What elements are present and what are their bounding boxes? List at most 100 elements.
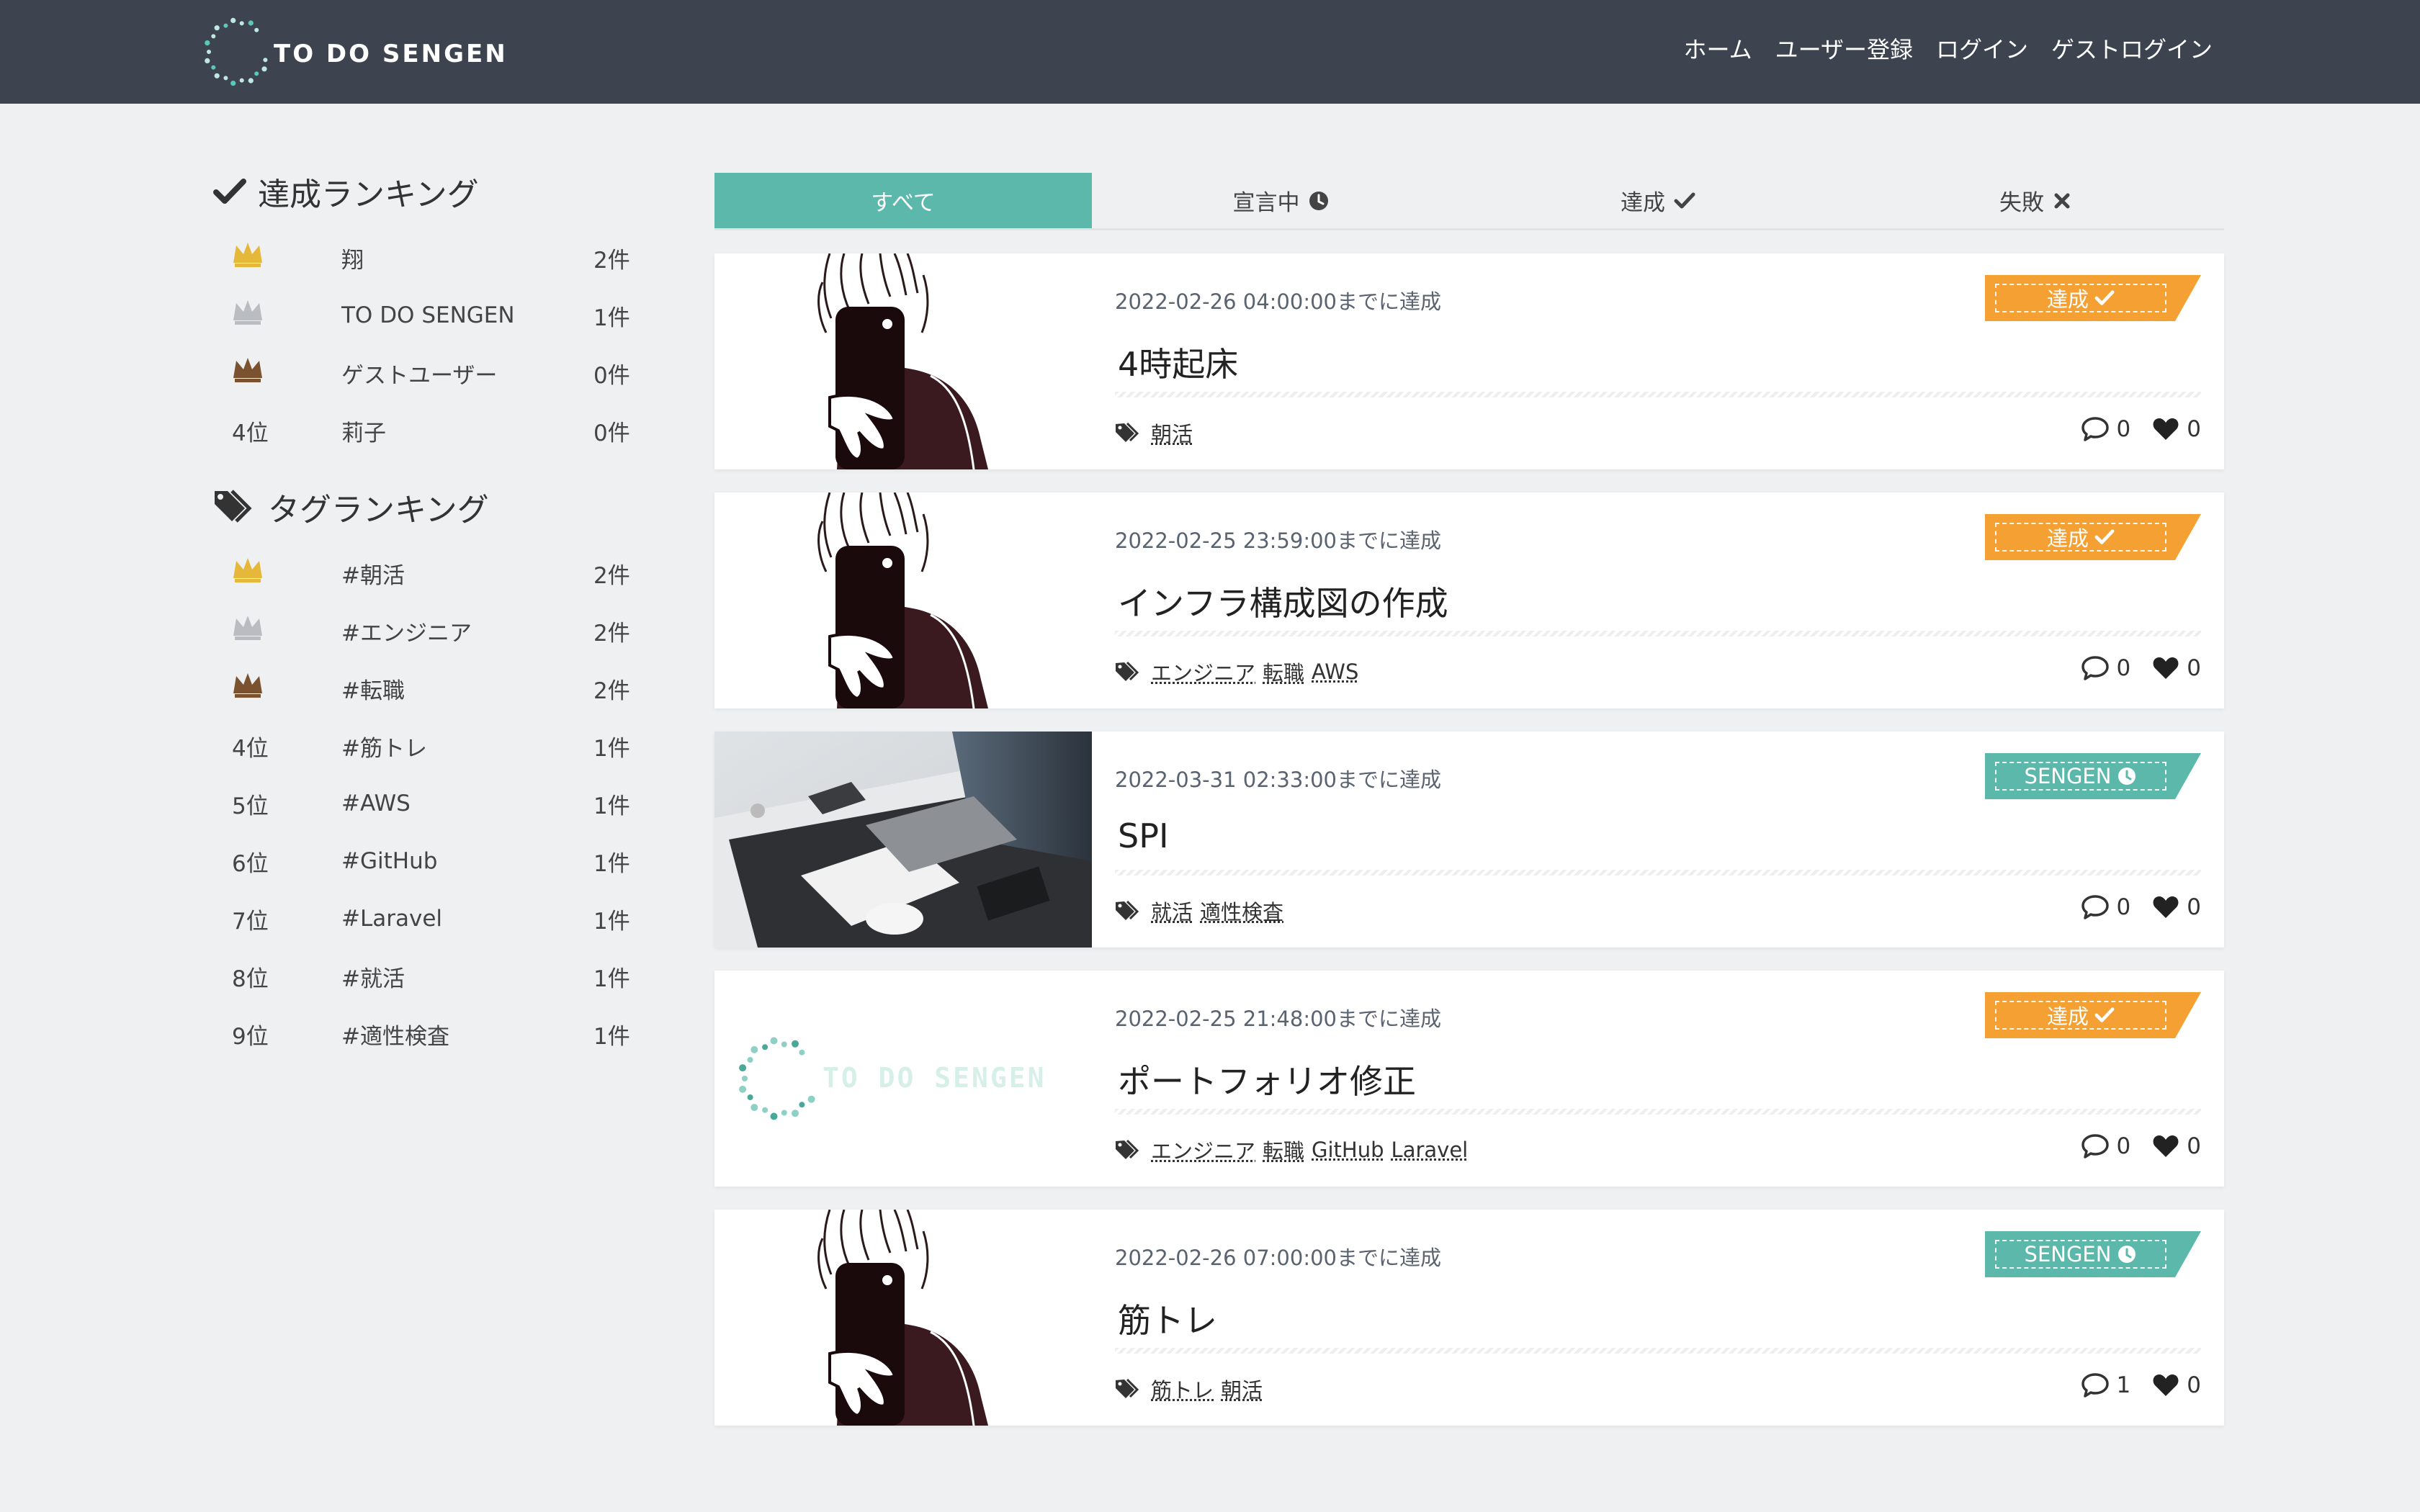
nav-register[interactable]: ユーザー登録 [1775, 32, 1913, 65]
tag_ranking-row: 6位 #GitHub 1件 [213, 832, 645, 890]
tag-link[interactable]: 転職 [1263, 657, 1304, 687]
post-title[interactable]: ポートフォリオ修正 [1118, 1056, 1416, 1103]
rank-name[interactable]: #適性検査 [341, 1018, 449, 1050]
comment-button[interactable]: 1 [2081, 1372, 2130, 1398]
sidebar: 達成ランキング 翔 2件 TO DO SENGEN 1件 ゲストユーザー 0件 4位 莉子 0件… [213, 170, 645, 1063]
tab-failed[interactable]: 失敗 [1847, 173, 2224, 228]
comment-button[interactable]: 0 [2081, 416, 2130, 442]
rank-name[interactable]: #朝活 [341, 557, 405, 590]
post-stats: 00 [2059, 894, 2201, 920]
like-button[interactable]: 0 [2152, 416, 2201, 442]
post-tags: エンジニア 転職 GitHub Laravel [1115, 1135, 1468, 1165]
like-button[interactable]: 0 [2152, 1372, 2201, 1398]
tag_ranking-row: #朝活 2件 [213, 544, 645, 602]
tab-declared[interactable]: 宣言中 [1092, 173, 1469, 228]
post-stats: 00 [2059, 416, 2201, 442]
post-body: 2022-02-25 21:48:00までに達成 ポートフォリオ修正 エンジニア 転職… [1115, 971, 2201, 1187]
post-card[interactable]: 2022-03-31 02:33:00までに達成 SPI 就活 適性検査 0 0 SENGE… [714, 732, 2224, 948]
comment-count: 0 [2116, 1133, 2131, 1159]
top-nav: ホーム ユーザー登録 ログイン ゲストログイン [1684, 32, 2213, 65]
post-body: 2022-02-26 07:00:00までに達成 筋トレ 筋トレ 朝活 1 0 SENGEN [1115, 1210, 2201, 1426]
post-deadline: 2022-03-31 02:33:00までに達成 [1115, 768, 1441, 792]
rank-name[interactable]: #転職 [341, 672, 405, 705]
post-thumbnail[interactable] [714, 732, 1092, 948]
tag-link[interactable]: GitHub [1312, 1138, 1384, 1162]
post-card[interactable]: TO DO SENGEN 2022-02-25 21:48:00までに達成 ポート… [714, 971, 2224, 1187]
tag-link[interactable]: 朝活 [1221, 1374, 1263, 1404]
tag-link[interactable]: エンジニア [1151, 1135, 1255, 1165]
rank-mark: 9位 [232, 1018, 275, 1050]
rank-position: 4位 [232, 735, 269, 762]
rank-name[interactable]: #エンジニア [341, 615, 472, 647]
post-title[interactable]: インフラ構成図の作成 [1118, 577, 1448, 625]
tag_ranking-row: #エンジニア 2件 [213, 602, 645, 660]
rank-name[interactable]: #筋トレ [341, 730, 427, 762]
post-card[interactable]: 2022-02-26 04:00:00までに達成 4時起床 朝活 0 0 達成 [714, 253, 2224, 469]
tag-link[interactable]: 筋トレ [1151, 1374, 1214, 1404]
post-title[interactable]: SPI [1118, 816, 1169, 855]
comment-button[interactable]: 0 [2081, 655, 2130, 681]
comment-count: 0 [2116, 894, 2131, 920]
post-tags: エンジニア 転職 AWS [1115, 657, 1358, 687]
tag-link[interactable]: AWS [1312, 660, 1358, 684]
achievement_ranking-row: TO DO SENGEN 1件 [213, 287, 645, 344]
tag-link[interactable]: エンジニア [1151, 657, 1255, 687]
rank-mark: 8位 [232, 960, 275, 993]
tags-icon [1115, 422, 1144, 444]
tag-link[interactable]: 就活 [1151, 896, 1193, 926]
post-divider [1115, 1109, 2201, 1115]
tag-link[interactable]: Laravel [1392, 1138, 1469, 1162]
comment-button[interactable]: 0 [2081, 1133, 2131, 1159]
post-thumbnail[interactable] [714, 1210, 1092, 1426]
rank-name[interactable]: #Laravel [341, 906, 442, 932]
logo-text: TO DO SENGEN [274, 40, 508, 68]
rank-name[interactable]: TO DO SENGEN [341, 302, 515, 328]
rank-name[interactable]: #就活 [341, 960, 405, 993]
rank-name[interactable]: 翔 [341, 242, 364, 274]
like-count: 0 [2187, 1372, 2201, 1398]
logo[interactable]: TO DO SENGEN [202, 14, 508, 89]
tab-all[interactable]: すべて [714, 173, 1092, 228]
rank-name[interactable]: 莉子 [341, 415, 386, 447]
rank-mark: 4位 [232, 730, 275, 762]
post-title[interactable]: 筋トレ [1118, 1295, 1217, 1342]
nav-login[interactable]: ログイン [1936, 32, 2028, 65]
like-button[interactable]: 0 [2152, 1133, 2201, 1159]
check-icon [1674, 191, 1695, 211]
post-title[interactable]: 4時起床 [1118, 338, 1238, 386]
post-list: 2022-02-26 04:00:00までに達成 4時起床 朝活 0 0 達成 2022-… [714, 253, 2224, 1449]
rank-name[interactable]: #AWS [341, 791, 411, 816]
rank-mark: 6位 [232, 845, 275, 878]
tag-link[interactable]: 朝活 [1151, 418, 1193, 448]
post-card[interactable]: 2022-02-26 07:00:00までに達成 筋トレ 筋トレ 朝活 1 0 SENGEN [714, 1210, 2224, 1426]
status-badge-inner: 達成 [1995, 1001, 2166, 1030]
nav-guest-login[interactable]: ゲストログイン [2051, 32, 2213, 65]
clock-icon [2117, 766, 2137, 786]
rank-name[interactable]: ゲストユーザー [341, 357, 497, 390]
achievement-ranking-title: 達成ランキング [213, 170, 645, 213]
like-button[interactable]: 0 [2152, 655, 2201, 681]
post-divider [1115, 631, 2201, 636]
crown-silver-icon [232, 299, 264, 326]
achievement-ranking-list: 翔 2件 TO DO SENGEN 1件 ゲストユーザー 0件 4位 莉子 0件 [213, 229, 645, 459]
rank-name[interactable]: #GitHub [341, 848, 437, 874]
tab-achieved[interactable]: 達成 [1469, 173, 1847, 228]
rank-count: 1件 [593, 305, 630, 331]
nav-home[interactable]: ホーム [1684, 32, 1752, 65]
like-button[interactable]: 0 [2152, 894, 2201, 920]
comment-icon [2081, 1372, 2110, 1398]
post-thumbnail[interactable] [714, 492, 1092, 708]
post-thumbnail[interactable] [714, 253, 1092, 469]
post-tags: 筋トレ 朝活 [1115, 1374, 1263, 1404]
tag-link[interactable]: 転職 [1263, 1135, 1304, 1165]
rank-mark [232, 557, 275, 590]
post-thumbnail[interactable]: TO DO SENGEN [714, 971, 1092, 1187]
tag-link[interactable]: 適性検査 [1200, 896, 1283, 926]
post-card[interactable]: 2022-02-25 23:59:00までに達成インフラ構成図の作成エンジニア転… [714, 492, 2224, 708]
rank-mark [232, 241, 275, 274]
status-badge-label: 達成 [2046, 287, 2089, 312]
post-deadline: 2022-02-25 23:59:00までに達成 [1115, 528, 1441, 553]
rank-position: 8位 [232, 966, 269, 992]
status-badge-label: 達成 [2046, 1004, 2089, 1029]
comment-button[interactable]: 0 [2081, 894, 2131, 920]
